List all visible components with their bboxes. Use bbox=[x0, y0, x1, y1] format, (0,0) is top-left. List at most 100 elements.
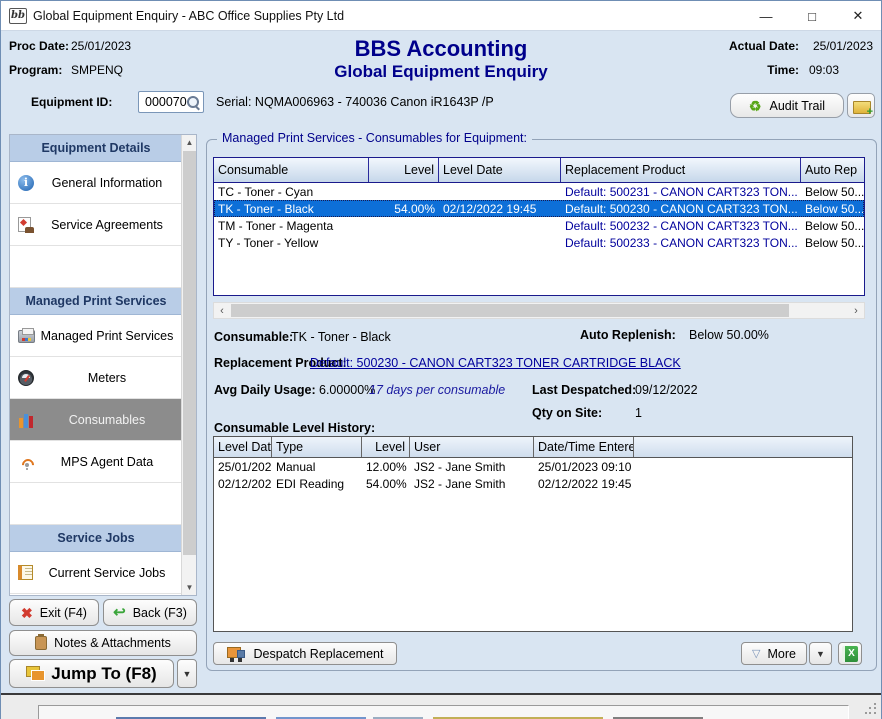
table-cell: Below 50... bbox=[801, 219, 864, 233]
avg-daily-usage-value: 6.00000% bbox=[319, 383, 375, 397]
qty-on-site-value: 1 bbox=[635, 406, 642, 420]
history-table: Level Date Type Level User Date/Time Ent… bbox=[213, 436, 853, 632]
hscrollbar-thumb[interactable] bbox=[231, 304, 789, 317]
excel-icon: X bbox=[842, 646, 858, 662]
table-cell: Default: 500233 - CANON CART323 TON... bbox=[561, 236, 801, 250]
triangle-down-icon: ▽ bbox=[752, 647, 760, 660]
close-button[interactable]: ✕ bbox=[835, 1, 881, 31]
scroll-left-icon[interactable]: ‹ bbox=[214, 303, 230, 318]
sidebar-item-general-information[interactable]: General Information bbox=[10, 162, 182, 204]
table-cell: 54.00% bbox=[362, 477, 410, 491]
table-cell: Below 50... bbox=[801, 185, 864, 199]
column-header-replacement-product[interactable]: Replacement Product bbox=[561, 158, 801, 182]
consumables-table: Consumable Level Level Date Replacement … bbox=[213, 157, 865, 296]
sidebar-item-mps-agent-data[interactable]: MPS Agent Data bbox=[10, 441, 182, 483]
sidebar-item-label: Current Service Jobs bbox=[10, 566, 182, 580]
column-header-history-level-date[interactable]: Level Date bbox=[214, 437, 272, 457]
serial-text: Serial: NQMA006963 - 740036 Canon iR1643… bbox=[216, 95, 494, 109]
audit-trail-button[interactable]: ♻ Audit Trail bbox=[730, 93, 844, 118]
consumable-label: Consumable: bbox=[214, 330, 293, 344]
scrollbar-thumb[interactable] bbox=[183, 151, 196, 555]
table-cell: TM - Toner - Magenta bbox=[214, 219, 369, 233]
close-x-icon: ✖ bbox=[21, 606, 33, 620]
table-row[interactable]: TM - Toner - MagentaDefault: 500232 - CA… bbox=[214, 217, 864, 234]
sidebar-item-blank[interactable] bbox=[10, 594, 182, 595]
avg-daily-usage-label: Avg Daily Usage: bbox=[214, 383, 316, 397]
sidebar-section-service-jobs: Service Jobs bbox=[10, 525, 182, 552]
scroll-right-icon[interactable]: › bbox=[848, 303, 864, 318]
sidebar-section-equipment-details: Equipment Details bbox=[10, 135, 182, 162]
table-row[interactable]: 25/01/2023Manual12.00%JS2 - Jane Smith25… bbox=[214, 458, 852, 475]
app-logo-icon: bb bbox=[9, 8, 27, 24]
table-row[interactable]: TK - Toner - Black54.00%02/12/2022 19:45… bbox=[214, 200, 864, 217]
notes-attachments-button[interactable]: Notes & Attachments bbox=[9, 630, 197, 656]
replacement-product-link[interactable]: Default: 500230 - CANON CART323 TONER CA… bbox=[310, 356, 681, 370]
table-cell: 54.00% bbox=[369, 202, 439, 216]
jump-to-dropdown-button[interactable]: ▼ bbox=[177, 659, 197, 688]
more-dropdown-button[interactable]: ▼ bbox=[809, 642, 832, 665]
more-label: More bbox=[767, 647, 795, 661]
table-row[interactable]: TC - Toner - Cyan Default: 500231 - CANON… bbox=[214, 183, 864, 200]
despatch-replacement-button[interactable]: Despatch Replacement bbox=[213, 642, 397, 665]
sidebar-item-current-service-jobs[interactable]: Current Service Jobs bbox=[10, 552, 182, 594]
column-header-history-type[interactable]: Type bbox=[272, 437, 362, 457]
more-button[interactable]: ▽ More bbox=[741, 642, 807, 665]
table-horizontal-scrollbar[interactable]: ‹ › bbox=[213, 302, 865, 319]
minimize-button[interactable]: — bbox=[743, 1, 789, 31]
sidebar-item-label: Service Agreements bbox=[10, 218, 182, 232]
scroll-down-icon[interactable]: ▼ bbox=[182, 580, 197, 595]
table-cell: Default: 500231 - CANON CART323 TON... bbox=[561, 185, 801, 199]
column-header-history-level[interactable]: Level bbox=[362, 437, 410, 457]
table-cell: TY - Toner - Yellow bbox=[214, 236, 369, 250]
export-excel-button[interactable]: X bbox=[838, 642, 862, 665]
actual-date-label: Actual Date: bbox=[729, 39, 799, 53]
meter-icon bbox=[18, 370, 34, 386]
table-cell: TC - Toner - Cyan bbox=[214, 185, 369, 199]
days-per-consumable-note: 17 days per consumable bbox=[369, 383, 505, 397]
back-button[interactable]: ↩ Back (F3) bbox=[103, 599, 197, 626]
column-header-consumable[interactable]: Consumable bbox=[214, 158, 369, 182]
last-despatched-value: 09/12/2022 bbox=[635, 383, 698, 397]
table-cell: Below 50... bbox=[801, 236, 864, 250]
sidebar-item-meters[interactable]: Meters bbox=[10, 357, 182, 399]
resize-grip[interactable] bbox=[865, 703, 877, 715]
sidebar-item-label: General Information bbox=[10, 176, 182, 190]
groupbox-title: Managed Print Services - Consumables for… bbox=[217, 131, 532, 145]
sidebar-item-label: Meters bbox=[10, 371, 182, 385]
despatch-replacement-label: Despatch Replacement bbox=[254, 647, 384, 661]
table-cell: Manual bbox=[272, 460, 362, 474]
table-row[interactable]: 02/12/2022EDI Reading54.00%JS2 - Jane Sm… bbox=[214, 475, 852, 492]
exit-button[interactable]: ✖ Exit (F4) bbox=[9, 599, 99, 626]
sidebar-spacer bbox=[10, 246, 182, 288]
equipment-id-input[interactable]: 000070 bbox=[138, 91, 204, 113]
table-row[interactable]: TY - Toner - Yellow Default: 500233 - CAN… bbox=[214, 234, 864, 251]
qty-on-site-label: Qty on Site: bbox=[532, 406, 602, 420]
column-header-level-date[interactable]: Level Date bbox=[439, 158, 561, 182]
table-cell: 25/01/2023 bbox=[214, 460, 272, 474]
app-window: bb Global Equipment Enquiry - ABC Office… bbox=[0, 0, 882, 719]
sidebar-scrollbar[interactable]: ▲ ▼ bbox=[181, 135, 196, 595]
scroll-up-icon[interactable]: ▲ bbox=[182, 135, 197, 150]
add-folder-button[interactable] bbox=[847, 93, 875, 118]
sidebar-item-service-agreements[interactable]: Service Agreements bbox=[10, 204, 182, 246]
table-cell: 02/12/2022 19:45 bbox=[534, 477, 634, 491]
sidebar-spacer bbox=[10, 483, 182, 525]
actual-date-value: 25/01/2023 bbox=[813, 39, 873, 53]
status-bar bbox=[1, 693, 881, 719]
jump-to-button[interactable]: Jump To (F8) bbox=[9, 659, 174, 688]
table-cell: JS2 - Jane Smith bbox=[410, 460, 534, 474]
column-header-history-user[interactable]: User bbox=[410, 437, 534, 457]
table-cell: Below 50... bbox=[801, 202, 864, 216]
table-cell: TK - Toner - Black bbox=[214, 202, 369, 216]
column-header-auto-rep[interactable]: Auto Rep bbox=[801, 158, 864, 182]
audit-trail-label: Audit Trail bbox=[769, 99, 825, 113]
column-header-history-datetime[interactable]: Date/Time Entered bbox=[534, 437, 634, 457]
sidebar-item-consumables[interactable]: Consumables bbox=[10, 399, 182, 441]
column-header-level[interactable]: Level bbox=[369, 158, 439, 182]
maximize-button[interactable]: □ bbox=[789, 1, 835, 31]
history-section-label: Consumable Level History: bbox=[214, 421, 375, 435]
search-icon[interactable] bbox=[186, 95, 200, 109]
table-cell: Default: 500230 - CANON CART323 TON... bbox=[561, 202, 801, 216]
time-label: Time: bbox=[767, 63, 799, 77]
sidebar-item-managed-print-services[interactable]: Managed Print Services bbox=[10, 315, 182, 357]
